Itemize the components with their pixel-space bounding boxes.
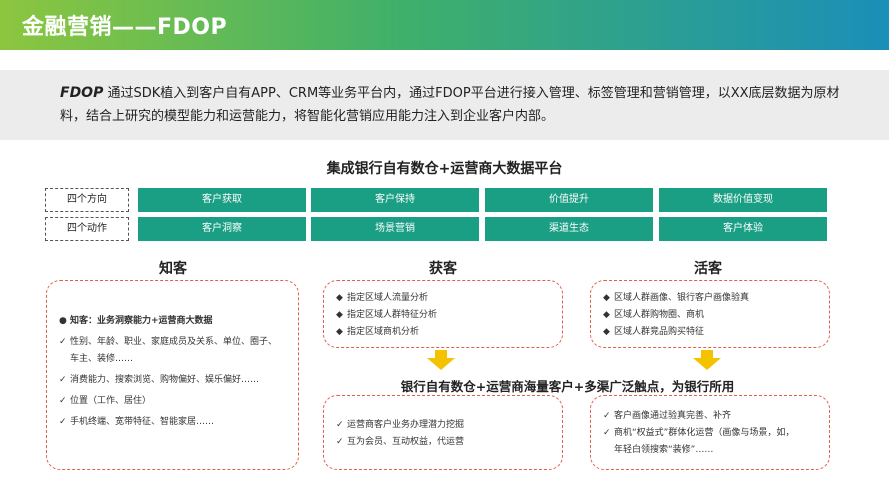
row-label-actions: 四个动作 (45, 217, 129, 241)
middle-title: 银行自有数仓+运营商海量客户+多渠广泛触点，为银行所用 (400, 379, 735, 394)
list-item: ✓ 运营商客户业务办理潜力挖掘 (336, 420, 465, 430)
stage-title-know: 知客 (159, 261, 187, 277)
list-item: ✓ 客户画像通过验真完善、补齐 (603, 411, 732, 421)
list-item: ✓ 手机终端、宽带特征、智能家居…… (59, 417, 215, 427)
action-cell: 客户体验 (659, 217, 827, 241)
list-item: ✓ 消费能力、搜索浏览、购物偏好、娱乐偏好…… (59, 375, 260, 385)
list-item: ◆ 指定区域商机分析 (336, 327, 420, 337)
stage-title-activate: 活客 (694, 261, 722, 277)
list-item: ✓ 性别、年龄、职业、家庭成员及关系、单位、圈子、 (59, 337, 278, 347)
direction-cell: 价值提升 (485, 188, 653, 212)
intro-paragraph: FDOP 通过SDK植入到客户自有APP、CRM等业务平台内，通过FDOP平台进… (60, 82, 850, 128)
activate-box: ◆ 区域人群画像、银行客户画像验真 ◆ 区域人群购物圈、商机 ◆ 区域人群竞品购买特征 (590, 280, 830, 348)
intro-brand: FDOP (60, 85, 104, 101)
direction-cell: 客户获取 (138, 188, 306, 212)
bottom-right-box: ✓ 客户画像通过验真完善、补齐 ✓ 商机“权益式”群体化运营（画像与场景，如， 年轻… (590, 395, 830, 470)
know-box: ● 知客：业务洞察能力+运营商大数据 ✓ 性别、年龄、职业、家庭成员及关系、单位、圈… (46, 280, 299, 470)
list-item: 年轻白领搜索“装修”…… (614, 445, 714, 455)
acquire-box: ◆ 指定区域人流量分析 ◆ 指定区域人群特征分析 ◆ 指定区域商机分析 (323, 280, 563, 348)
page-title: 金融营销——FDOP (22, 15, 228, 40)
row-label-directions: 四个方向 (45, 188, 129, 212)
action-cell: 场景营销 (311, 217, 479, 241)
list-item: ✓ 互为会员、互动权益，代运营 (336, 437, 465, 447)
list-item: ✓ 位置（工作、居住） (59, 396, 152, 406)
bottom-left-box: ✓ 运营商客户业务办理潜力挖掘 ✓ 互为会员、互动权益，代运营 (323, 395, 563, 470)
list-item: ◆ 指定区域人群特征分析 (336, 310, 438, 320)
stage-title-acquire: 获客 (429, 261, 457, 277)
list-item: ✓ 商机“权益式”群体化运营（画像与场景，如， (603, 428, 795, 438)
intro-text: 通过SDK植入到客户自有APP、CRM等业务平台内，通过FDOP平台进行接入管理… (60, 86, 840, 124)
list-item: ● 知客：业务洞察能力+运营商大数据 (59, 316, 213, 326)
platform-title: 集成银行自有数仓+运营商大数据平台 (326, 161, 563, 177)
list-item: ◆ 指定区域人流量分析 (336, 293, 429, 303)
direction-cell: 客户保持 (311, 188, 479, 212)
action-cell: 客户洞察 (138, 217, 306, 241)
header-banner: 金融营销——FDOP (0, 0, 889, 50)
intro-panel: FDOP 通过SDK植入到客户自有APP、CRM等业务平台内，通过FDOP平台进… (0, 70, 889, 140)
list-item: ◆ 区域人群画像、银行客户画像验真 (603, 293, 750, 303)
direction-cell: 数据价值变现 (659, 188, 827, 212)
action-cell: 渠道生态 (485, 217, 653, 241)
list-item: ◆ 区域人群购物圈、商机 (603, 310, 705, 320)
list-item: 车主、装修…… (70, 354, 134, 364)
list-item: ◆ 区域人群竞品购买特征 (603, 327, 705, 337)
